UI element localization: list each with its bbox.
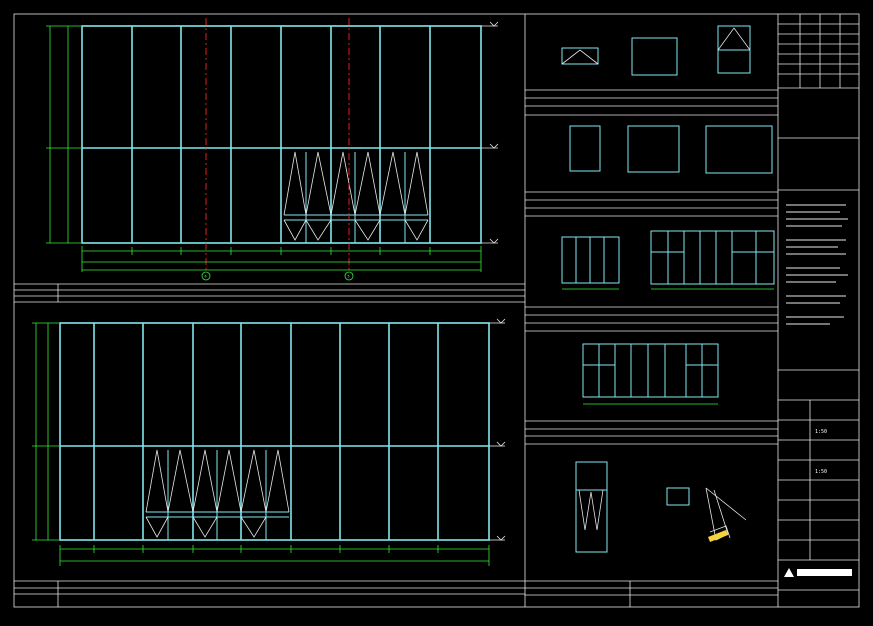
- axis-label-5: 5: [348, 275, 350, 279]
- detail-window-2: [631, 37, 678, 76]
- sheet-border: [13, 13, 860, 608]
- section-detail: [705, 487, 747, 542]
- scale-value-a: 1:50: [815, 429, 827, 435]
- notes-text: [786, 204, 848, 325]
- scale-value-b: 1:50: [815, 469, 827, 475]
- axis-label-6: 6: [205, 275, 207, 279]
- detail-window-4: [569, 125, 601, 172]
- top-elevation: 6 5: [46, 18, 499, 281]
- bottom-elevation: [32, 318, 506, 566]
- detail-window-5: [627, 125, 680, 173]
- triangle-logo-icon: [784, 568, 794, 577]
- detail-door: [575, 461, 608, 553]
- detail-small-window: [666, 487, 690, 506]
- top-opening-sashes: [283, 151, 429, 243]
- bottom-opening-sashes: [145, 449, 290, 540]
- bottom-label-bar: [14, 580, 525, 607]
- detail-window-9: [582, 343, 719, 398]
- detail-window-6: [705, 125, 773, 174]
- title-block: 1:50 1:50: [778, 14, 859, 591]
- window-details: [525, 25, 778, 607]
- bottom-curtain-wall: [59, 322, 490, 541]
- cad-drawing: 6 5 1:50 1:50: [13, 13, 860, 608]
- company-logo-bar: [797, 569, 852, 576]
- top-label-bar: [14, 283, 525, 303]
